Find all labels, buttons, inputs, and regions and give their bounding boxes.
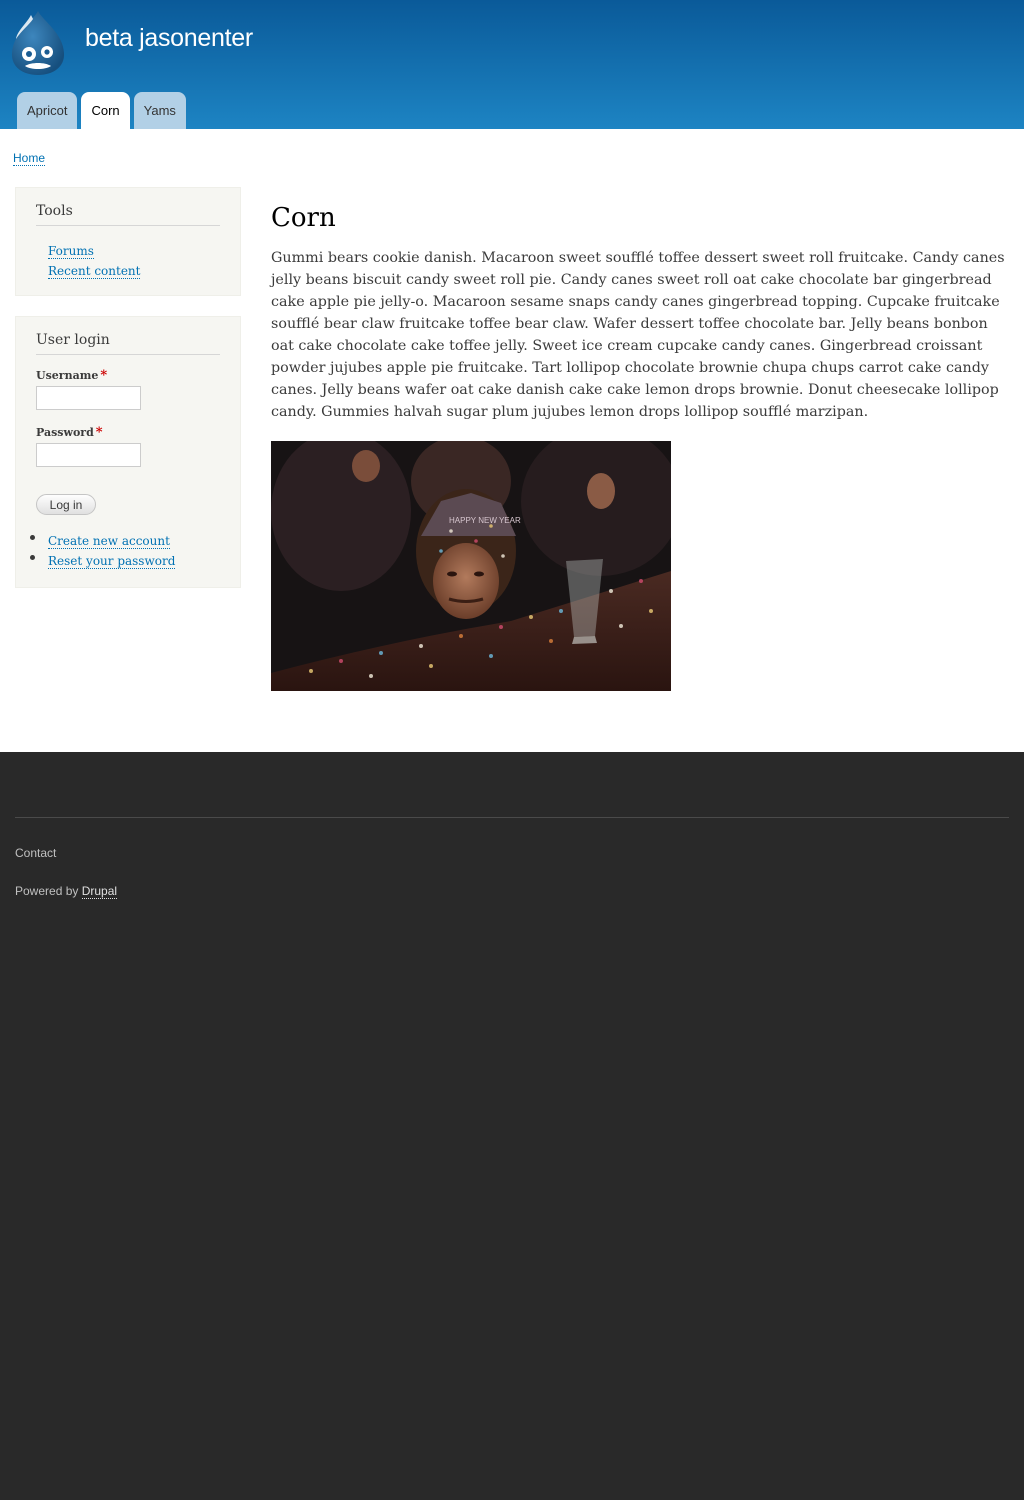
user-login-block: User login Username * Password * Log in Cr…	[15, 316, 241, 588]
list-item: Reset your password	[30, 550, 176, 570]
main-menu: Apricot Corn Yams	[17, 92, 186, 129]
forums-link[interactable]: Forums	[48, 244, 94, 259]
powered-by-text: Powered by	[15, 884, 79, 898]
footer-divider	[15, 817, 1009, 818]
party-hat-text: HAPPY NEW YEAR	[449, 516, 521, 525]
tab-apricot[interactable]: Apricot	[17, 92, 78, 129]
contact-link[interactable]: Contact	[15, 846, 56, 860]
content-image: HAPPY NEW YEAR	[271, 441, 671, 691]
tools-block-title: Tools	[36, 203, 220, 226]
breadcrumb-home-link[interactable]: Home	[13, 151, 46, 166]
user-login-title: User login	[36, 332, 220, 355]
tab-yams[interactable]: Yams	[133, 92, 186, 129]
recent-content-link[interactable]: Recent content	[48, 264, 141, 279]
username-label-text: Username	[36, 369, 99, 382]
site-name[interactable]: beta jasonenter	[85, 24, 253, 53]
password-label: Password *	[36, 425, 103, 440]
body-text: Gummi bears cookie danish. Macaroon swee…	[271, 250, 1005, 420]
required-marker: *	[100, 368, 108, 383]
user-login-links: Create new account Reset your password	[30, 530, 176, 570]
username-label: Username *	[36, 368, 107, 383]
list-item: Create new account	[30, 530, 175, 550]
login-button[interactable]: Log in	[36, 494, 96, 515]
drupal-link[interactable]: Drupal	[81, 884, 118, 899]
powered-by: Powered by Drupal	[15, 884, 118, 899]
reset-password-link[interactable]: Reset your password	[48, 554, 176, 569]
password-input[interactable]	[36, 443, 141, 467]
site-header: beta jasonenter Apricot Corn Yams	[0, 0, 1024, 129]
tools-links: Forums Recent content	[48, 240, 141, 280]
tools-block: Tools Forums Recent content	[15, 187, 241, 296]
tab-corn[interactable]: Corn	[81, 92, 130, 129]
drupal-logo-icon[interactable]	[7, 9, 69, 77]
password-label-text: Password	[36, 426, 94, 439]
username-input[interactable]	[36, 386, 141, 410]
site-footer: Contact Powered by Drupal	[0, 752, 1024, 1500]
required-marker: *	[95, 425, 103, 440]
create-account-link[interactable]: Create new account	[48, 534, 170, 549]
page-title: Corn	[271, 203, 336, 233]
page-main: Home Tools Forums Recent content User lo…	[0, 129, 1024, 752]
